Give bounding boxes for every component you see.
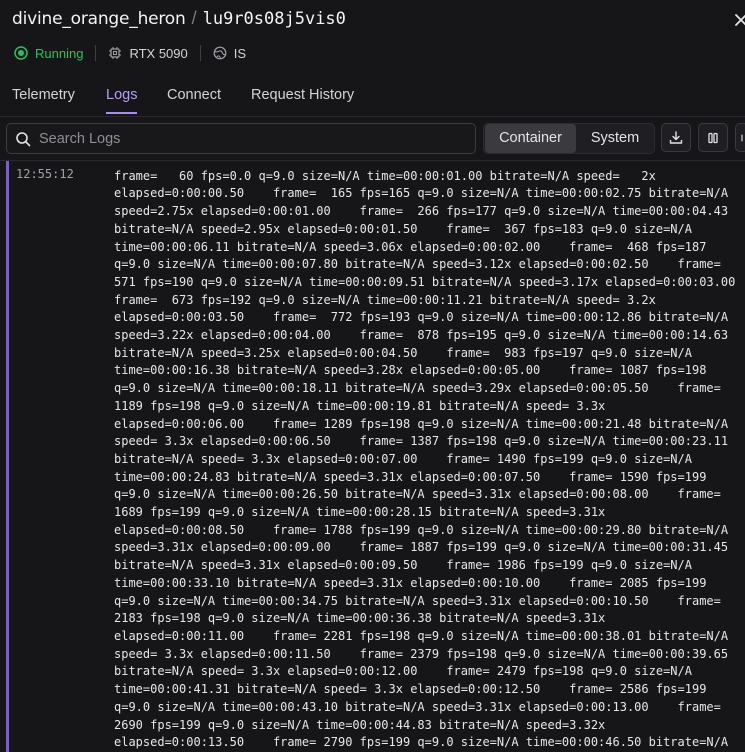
log-line: elapsed=0:00:08.50 frame= 1788 fps=199 q… xyxy=(114,522,745,540)
instance-meta: Running RTX 5090 IS xyxy=(14,43,246,63)
log-line: bitrate=N/A speed=2.95x elapsed=0:00:01.… xyxy=(114,221,745,239)
tab-connect[interactable]: Connect xyxy=(167,87,221,112)
log-line: speed=3.31x elapsed=0:00:09.00 frame= 18… xyxy=(114,539,745,557)
pause-button[interactable] xyxy=(698,123,728,152)
log-source-toggle: Container System xyxy=(483,123,655,154)
region-info: IS xyxy=(213,46,246,61)
log-line: speed=2.75x elapsed=0:00:01.00 frame= 26… xyxy=(114,203,745,221)
log-message: frame= 60 fps=0.0 q=9.0 size=N/A time=00… xyxy=(114,160,745,752)
search-input[interactable] xyxy=(37,130,461,148)
pause-icon xyxy=(706,131,720,145)
gpu-info: RTX 5090 xyxy=(108,46,187,61)
log-line: q=9.0 size=N/A time=00:00:18.11 bitrate=… xyxy=(114,380,745,398)
globe-icon xyxy=(213,46,227,60)
region-label: IS xyxy=(234,46,246,61)
container-option[interactable]: Container xyxy=(485,124,576,153)
log-line: bitrate=N/A speed=3.25x elapsed=0:00:04.… xyxy=(114,345,745,363)
close-icon[interactable] xyxy=(731,10,745,30)
log-line: bitrate=N/A speed=3.31x elapsed=0:00:09.… xyxy=(114,557,745,575)
log-line: elapsed=0:00:06.00 frame= 1289 fps=198 q… xyxy=(114,416,745,434)
workspace-name: divine_orange_heron xyxy=(12,9,186,29)
log-line: elapsed=0:00:00.50 frame= 165 fps=165 q=… xyxy=(114,185,745,203)
log-line xyxy=(114,160,745,168)
log-entry-rail xyxy=(6,161,9,752)
log-line: bitrate=N/A speed= 3.3x elapsed=0:00:12.… xyxy=(114,663,745,681)
tab-logs[interactable]: Logs xyxy=(106,87,137,114)
instance-header: divine_orange_heron / lu9r0s08j5vis0 xyxy=(12,8,745,34)
chip-icon xyxy=(108,46,122,60)
log-line: 571 fps=190 q=9.0 size=N/A time=00:00:09… xyxy=(114,274,745,292)
meta-divider xyxy=(200,45,201,61)
more-button[interactable] xyxy=(735,123,745,152)
log-line: time=00:00:33.10 bitrate=N/A speed=3.31x… xyxy=(114,575,745,593)
log-line: elapsed=0:00:11.00 frame= 2281 fps=198 q… xyxy=(114,628,745,646)
download-icon xyxy=(668,130,684,146)
log-line: q=9.0 size=N/A time=00:00:26.50 bitrate=… xyxy=(114,486,745,504)
download-button[interactable] xyxy=(661,123,691,152)
log-line: speed= 3.3x elapsed=0:00:11.50 frame= 23… xyxy=(114,646,745,664)
log-line: frame= 60 fps=0.0 q=9.0 size=N/A time=00… xyxy=(114,168,745,186)
log-line: speed= 3.3x elapsed=0:00:06.50 frame= 13… xyxy=(114,433,745,451)
status-text: Running xyxy=(35,46,83,61)
meta-divider xyxy=(95,45,96,61)
log-line: q=9.0 size=N/A time=00:00:07.80 bitrate=… xyxy=(114,256,745,274)
log-line: elapsed=0:00:03.50 frame= 772 fps=193 q=… xyxy=(114,309,745,327)
log-line: time=00:00:16.38 bitrate=N/A speed=3.28x… xyxy=(114,362,745,380)
log-line: elapsed=0:00:13.50 frame= 2790 fps=199 q… xyxy=(114,734,745,752)
search-icon xyxy=(15,131,31,147)
log-line: 2183 fps=198 q=9.0 size=N/A time=00:00:3… xyxy=(114,610,745,628)
tab-telemetry[interactable]: Telemetry xyxy=(12,87,75,112)
system-option[interactable]: System xyxy=(576,124,654,153)
log-line: q=9.0 size=N/A time=00:00:43.10 bitrate=… xyxy=(114,699,745,717)
log-line: 1189 fps=198 q=9.0 size=N/A time=00:00:1… xyxy=(114,398,745,416)
log-line: time=00:00:24.83 bitrate=N/A speed=3.31x… xyxy=(114,469,745,487)
log-line: 2690 fps=199 q=9.0 size=N/A time=00:00:4… xyxy=(114,717,745,735)
more-icon xyxy=(736,131,745,145)
running-status-icon xyxy=(14,46,28,60)
gpu-label: RTX 5090 xyxy=(129,46,187,61)
logs-toolbar: Container System xyxy=(0,123,745,154)
breadcrumb-separator: / xyxy=(192,8,197,28)
log-line: speed=3.22x elapsed=0:00:04.00 frame= 87… xyxy=(114,327,745,345)
log-line: bitrate=N/A speed= 3.3x elapsed=0:00:07.… xyxy=(114,451,745,469)
log-line: 1689 fps=199 q=9.0 size=N/A time=00:00:2… xyxy=(114,504,745,522)
log-viewer[interactable]: 12:55:12 frame= 60 fps=0.0 q=9.0 size=N/… xyxy=(0,160,745,752)
log-line: time=00:00:41.31 bitrate=N/A speed= 3.3x… xyxy=(114,681,745,699)
tab-bar: Telemetry Logs Connect Request History xyxy=(0,84,745,117)
instance-id: lu9r0s08j5vis0 xyxy=(203,9,346,29)
log-line: frame= 673 fps=192 q=9.0 size=N/A time=0… xyxy=(114,292,745,310)
log-timestamp: 12:55:12 xyxy=(16,167,74,181)
status-badge: Running xyxy=(14,46,83,61)
search-box xyxy=(6,123,476,154)
tab-request-history[interactable]: Request History xyxy=(251,87,354,112)
log-line: q=9.0 size=N/A time=00:00:34.75 bitrate=… xyxy=(114,593,745,611)
log-line: time=00:00:06.11 bitrate=N/A speed=3.06x… xyxy=(114,239,745,257)
